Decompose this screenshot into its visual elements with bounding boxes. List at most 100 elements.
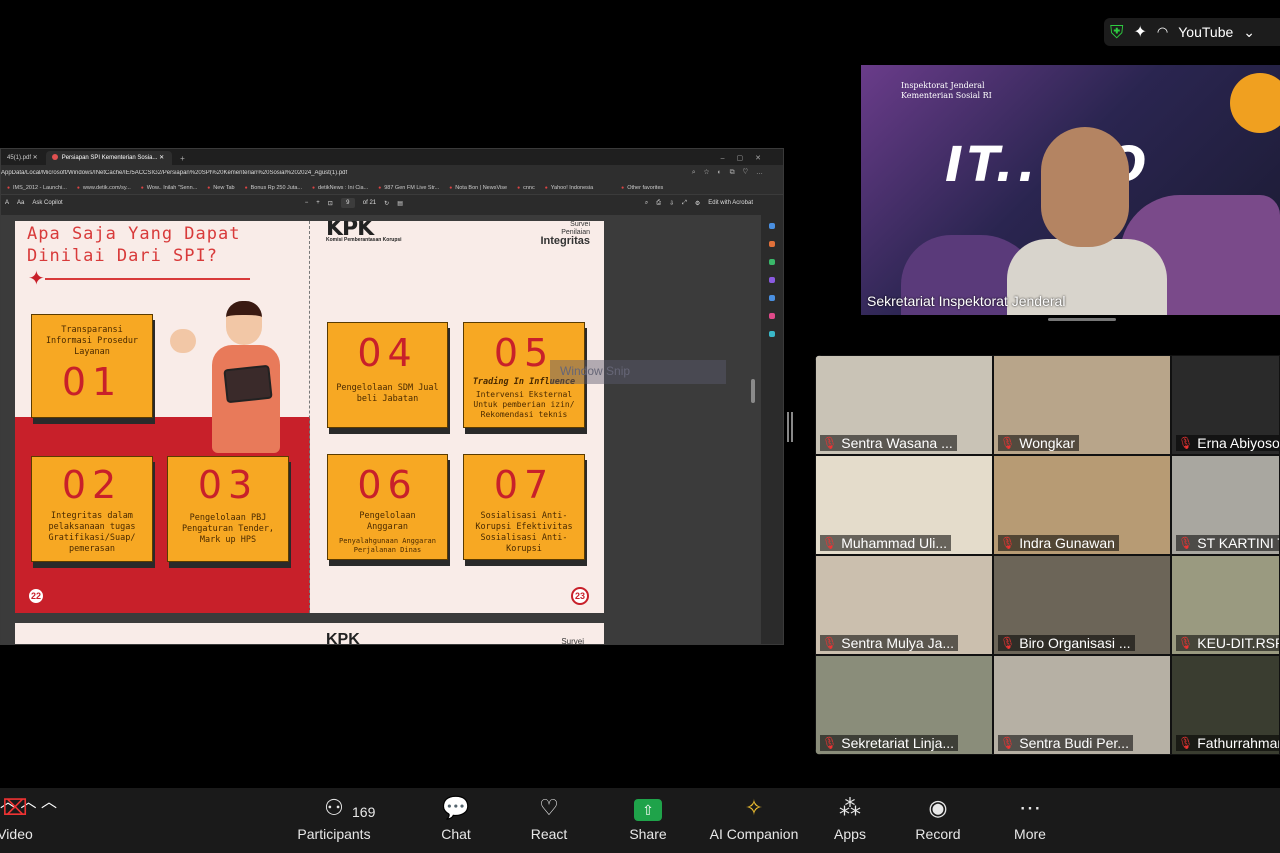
participant-tile[interactable]: 🎙 Biro Organisasi ...: [993, 555, 1171, 655]
sidebar-app-icon[interactable]: [769, 259, 775, 265]
address-bar[interactable]: AppData/Local/Microsoft/Windows/INetCach…: [1, 165, 783, 181]
chevron-up-icon[interactable]: ︿: [41, 794, 57, 811]
spi-card-07: 07 Sosialisasi Anti-Korupsi Efektivitas …: [463, 454, 585, 560]
url-text[interactable]: AppData/Local/Microsoft/Windows/INetCach…: [1, 170, 692, 176]
participant-tile[interactable]: 🎙 Wongkar: [993, 355, 1171, 455]
address-bar-icons[interactable]: ⌕☆◐⧉♡…: [692, 169, 783, 177]
participant-name-label: 🎙 ST KARTINI T: [1176, 535, 1279, 551]
spi-card-03: 03 Pengelolaan PBJ Pengaturan Tender, Ma…: [167, 456, 289, 562]
participant-name-label: 🎙 Sentra Wasana ...: [820, 435, 957, 451]
mic-muted-icon: 🎙: [822, 536, 838, 550]
video-button[interactable]: ⌧ Video: [0, 794, 36, 842]
chat-icon: 💬: [442, 795, 470, 820]
org-logo-text: Inspektorat Jenderal Kementerian Sosial …: [901, 81, 992, 100]
participant-tile[interactable]: 🎙 ST KARTINI T: [1171, 455, 1280, 555]
fullscreen-icon[interactable]: ⤢: [682, 200, 687, 207]
favorite-item[interactable]: New Tab: [207, 185, 234, 191]
ai-companion-button[interactable]: ✧ AI Companion: [708, 794, 800, 842]
sidebar-app-icon[interactable]: [769, 277, 775, 283]
sidebar-app-icon[interactable]: [769, 295, 775, 301]
participant-tile[interactable]: 🎙 KEU-DIT.RSPI: [1171, 555, 1280, 655]
favorite-item[interactable]: IMS_2012 - Launchi...: [7, 185, 67, 191]
meeting-toolbar: ⌧ Video ︿ ⚇ Participants 169 ︿ 💬 Chat ︿ …: [0, 788, 1280, 853]
participant-name-label: 🎙 Fathurrahman: [1176, 735, 1279, 751]
scrollbar-thumb[interactable]: [751, 379, 755, 403]
active-speaker-video[interactable]: Inspektorat Jenderal Kementerian Sosial …: [861, 65, 1280, 315]
window-snip-overlay[interactable]: Window Snip: [550, 360, 726, 384]
new-tab-icon[interactable]: +: [172, 154, 193, 165]
rotate-icon[interactable]: ↻: [384, 200, 389, 207]
favorite-item[interactable]: Nota Bon | NewsVise: [449, 185, 507, 191]
split-resize-handle[interactable]: [787, 412, 793, 442]
participant-name-label: 🎙 Sentra Mulya Ja...: [820, 635, 959, 651]
favorite-item[interactable]: Bonus Rp 250 Juta...: [245, 185, 302, 191]
star-icon: ✦: [28, 268, 45, 290]
participant-tile[interactable]: 🎙 Indra Gunawan: [993, 455, 1171, 555]
participant-tile[interactable]: 🎙 Fathurrahman: [1171, 655, 1280, 755]
browser-tab-active[interactable]: Persiapan SPI Kementerian Sosia... ✕: [45, 151, 173, 165]
slide-title: Apa Saja Yang Dapat Dinilai Dari SPI?: [27, 224, 241, 266]
browser-tab[interactable]: 45(1).pdf ✕: [1, 151, 46, 165]
participant-tile[interactable]: 🎙 Erna Abiyoso: [1171, 355, 1280, 455]
record-icon: ◉: [928, 795, 948, 820]
mic-muted-icon: 🎙: [1178, 536, 1194, 550]
mic-muted-icon: 🎙: [1000, 736, 1016, 750]
sidebar-app-icon[interactable]: [769, 223, 775, 229]
participant-count: 169: [352, 804, 376, 820]
shared-screen: 45(1).pdf ✕ Persiapan SPI Kementerian So…: [0, 148, 784, 645]
favorites-bar: IMS_2012 - Launchi... www.detik.com/sy..…: [1, 181, 783, 195]
participant-name-label: 🎙 Erna Abiyoso: [1176, 435, 1279, 451]
search-icon[interactable]: ⌕: [645, 200, 648, 207]
more-button[interactable]: ⋯ More: [1010, 794, 1050, 842]
chat-button[interactable]: 💬 Chat: [436, 794, 476, 842]
read-aloud-icon[interactable]: Aa: [17, 200, 24, 206]
participant-tile[interactable]: 🎙 Sentra Budi Per...: [993, 655, 1171, 755]
zoom-in-icon[interactable]: +: [316, 200, 320, 206]
save-icon[interactable]: ⇩: [669, 200, 674, 207]
woman-with-tablet-illustration: [170, 301, 295, 461]
pdf-next-page: KPK Survei: [15, 623, 604, 645]
mic-muted-icon: 🎙: [822, 636, 838, 650]
participant-name-label: 🎙 Sentra Budi Per...: [998, 735, 1133, 751]
window-controls[interactable]: –▢✕: [711, 154, 783, 165]
kpk-logo-next: KPK: [326, 631, 360, 645]
top-status-indicator[interactable]: ⛨ ✦ ◠ YouTube ⌄: [1104, 18, 1280, 46]
text-size-icon[interactable]: A: [5, 200, 9, 206]
video-off-icon: ⌧: [2, 795, 28, 820]
print-icon[interactable]: ⎙: [656, 200, 661, 207]
settings-icon[interactable]: ⚙: [695, 200, 700, 207]
favorite-item[interactable]: Other favorites: [621, 185, 663, 191]
sidebar-app-icon[interactable]: [769, 241, 775, 247]
fit-page-icon[interactable]: ⊡: [328, 200, 333, 207]
favorite-item[interactable]: detikNews : Ini Cia...: [312, 185, 368, 191]
edit-with-acrobat-button[interactable]: Edit with Acrobat: [708, 200, 783, 206]
pdf-icon: [51, 154, 58, 160]
sidebar-app-icon[interactable]: [769, 313, 775, 319]
spi-card-01: Transparansi Informasi Prosedur Layanan …: [31, 314, 153, 418]
favorite-item[interactable]: cnnc: [517, 185, 535, 191]
record-button[interactable]: ◉ Record: [914, 794, 962, 842]
kpk-logo: KPK Komisi Pemberantasan Korupsi: [326, 221, 402, 243]
favorite-item[interactable]: 987 Gen FM Live Str...: [378, 185, 439, 191]
favorite-item[interactable]: Yahoo! Indonesia: [545, 185, 593, 191]
speaker-pager-handle[interactable]: [1048, 318, 1116, 321]
mic-muted-icon: 🎙: [1178, 436, 1194, 450]
speaker-name-label: Sekretariat Inspektorat Jenderal: [867, 293, 1066, 309]
favorite-item[interactable]: Wow.. Inilah "Senn...: [141, 185, 197, 191]
share-button[interactable]: ⇧ Share: [626, 794, 670, 842]
page-view-icon[interactable]: ▤: [397, 200, 403, 207]
sidebar-app-icon[interactable]: [769, 331, 775, 337]
participant-tile[interactable]: 🎙 Sentra Wasana ...: [815, 355, 993, 455]
participant-tile[interactable]: 🎙 Muhammad Uli...: [815, 455, 993, 555]
zoom-meeting-window: ⛨ ✦ ◠ YouTube ⌄ 45(1).pdf ✕ Persiapan SP…: [0, 0, 1280, 853]
page-number-input[interactable]: 9: [340, 198, 355, 208]
ask-copilot-button[interactable]: Ask Copilot: [32, 200, 62, 206]
participant-tile[interactable]: 🎙 Sentra Mulya Ja...: [815, 555, 993, 655]
participant-tile[interactable]: 🎙 Sekretariat Linja...: [815, 655, 993, 755]
chevron-down-icon[interactable]: ⌄: [1243, 24, 1255, 41]
favorite-item[interactable]: www.detik.com/sy...: [77, 185, 131, 191]
react-button[interactable]: ♡ React: [528, 794, 570, 842]
zoom-out-icon[interactable]: −: [305, 200, 309, 206]
apps-button[interactable]: ⁂ Apps: [830, 794, 870, 842]
pdf-scrollbar[interactable]: [751, 229, 755, 629]
